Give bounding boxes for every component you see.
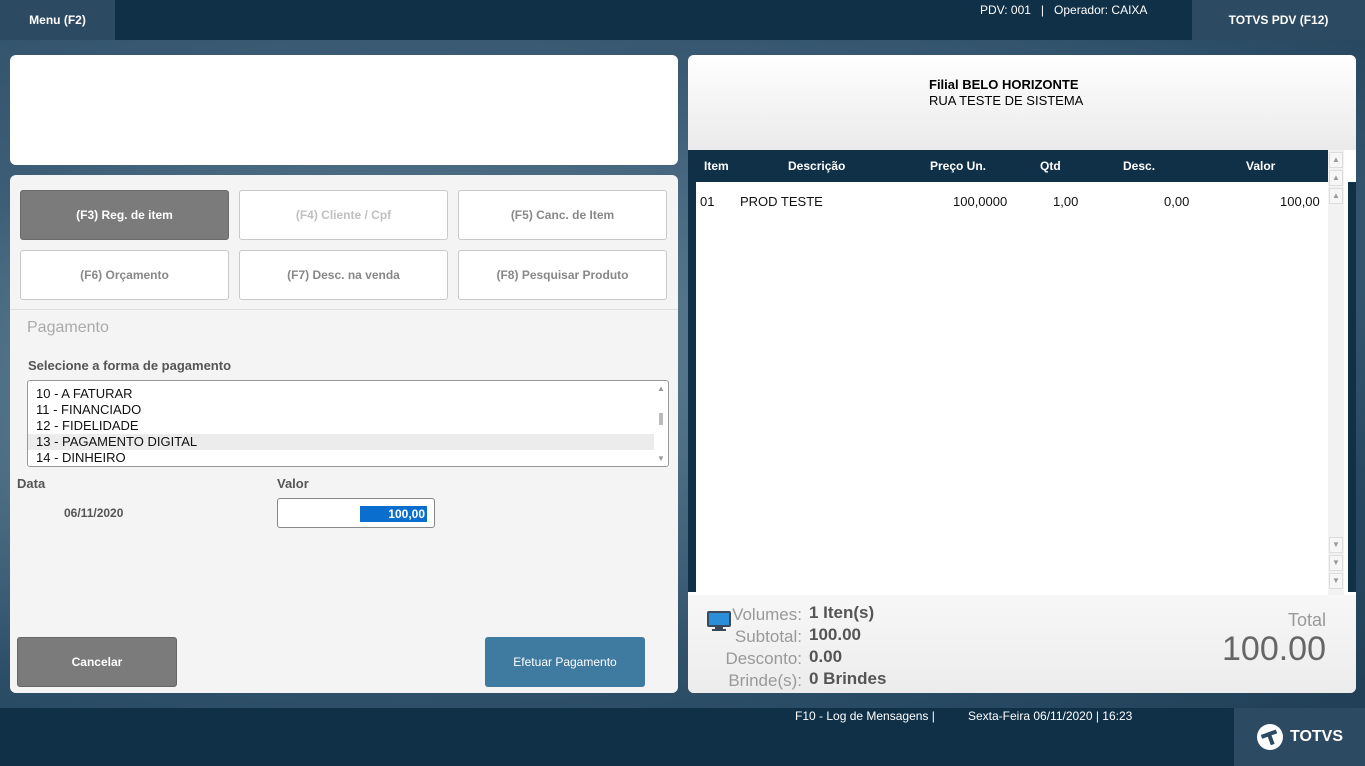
col-preco: Preço Un. [930,159,987,173]
menu-button[interactable]: Menu (F2) [0,0,115,40]
receipt-header: Filial BELO HORIZONTE RUA TESTE DE SISTE… [688,55,1356,150]
receipt-panel: Filial BELO HORIZONTE RUA TESTE DE SISTE… [688,55,1356,693]
scroll-page-down-icon[interactable]: ▼ [1329,555,1343,571]
totals-panel: Volumes: 1 Iten(s) Subtotal: 100.00 Desc… [688,595,1356,693]
status-bar: F10 - Log de Mensagens | Sexta-Feira 06/… [0,708,1365,766]
canc-item-button[interactable]: (F5) Canc. de Item [458,190,667,240]
table-edge-left [688,182,696,592]
table-edge-right [1348,182,1356,592]
payment-panel: (F3) Reg. de item (F4) Cliente / Cpf (F5… [10,175,678,693]
list-item[interactable]: 12 - FIDELIDADE [28,418,654,434]
items-table-header: Item Descrição Preço Un. Qtd Desc. Valor [688,150,1328,182]
row-preco: 100,0000 [953,194,1008,209]
totvs-logo-icon [1256,724,1283,750]
desconto-label: Desconto: [725,649,802,668]
date-value: 06/11/2020 [64,506,124,520]
subtotal-label: Subtotal: [734,627,802,646]
payment-method-list[interactable]: 10 - A FATURAR 11 - FINANCIADO 12 - FIDE… [27,380,669,467]
valor-label: Valor [277,476,309,491]
total-label: Total [1287,610,1326,630]
subtotal-value: 100.00 [809,625,861,644]
efetuar-pagamento-button[interactable]: Efetuar Pagamento [485,637,645,687]
log-mensagens[interactable]: F10 - Log de Mensagens | [795,709,935,723]
col-qtd: Qtd [1040,159,1061,173]
row-item: 01 [700,194,715,209]
col-descricao: Descrição [788,159,846,173]
scroll-page-up-icon[interactable]: ▲ [1329,170,1343,186]
scroll-down-icon[interactable]: ▼ [656,454,666,464]
row-qtd: 1,00 [1053,194,1079,209]
cliente-cpf-button[interactable]: (F4) Cliente / Cpf [239,190,448,240]
brindes-value: 0 Brindes [809,669,887,688]
reg-item-button[interactable]: (F3) Reg. de item [20,190,229,240]
col-valor: Valor [1246,159,1276,173]
scroll-up-icon[interactable]: ▲ [1329,188,1343,204]
payment-title: Pagamento [27,319,109,336]
totvs-logo: TOTVS [1234,708,1365,766]
valor-input-text: 100,00 [360,506,427,522]
receipt-scrollbar[interactable]: ▲ ▲ ▲ ▼ ▼ ▼ [1328,150,1344,595]
totvs-logo-text: TOTVS [1289,728,1344,745]
orcamento-button[interactable]: (F6) Orçamento [20,250,229,300]
divider [10,309,678,310]
payment-method-label: Selecione a forma de pagamento [28,358,232,373]
filial-address: RUA TESTE DE SISTEMA [929,93,1084,108]
session-info: PDV: 001 | Operador: CAIXA [980,0,1192,20]
col-desc: Desc. [1123,159,1156,173]
col-item: Item [704,159,729,173]
volumes-label: Volumes: [732,605,802,624]
row-descricao: PROD TESTE [740,194,823,209]
row-valor: 100,00 [1280,194,1320,209]
total-value: 100.00 [1222,630,1326,668]
volumes-value: 1 Iten(s) [809,603,875,622]
filial-name: Filial BELO HORIZONTE [929,77,1079,92]
operator: Operador: CAIXA [1054,3,1148,17]
list-item[interactable]: 14 - DINHEIRO [28,450,654,466]
data-label: Data [17,476,46,491]
list-item[interactable]: 10 - A FATURAR [28,386,654,402]
top-bar: Menu (F2) PDV: 001 | Operador: CAIXA TOT… [0,0,1365,40]
scroll-down-icon[interactable]: ▼ [1329,537,1343,553]
scroll-thumb[interactable] [659,413,663,425]
scroll-bottom-icon[interactable]: ▼ [1329,573,1343,589]
cancel-button[interactable]: Cancelar [17,637,177,687]
desconto-value: 0.00 [809,647,843,666]
brindes-label: Brinde(s): [728,671,802,690]
list-item[interactable]: 11 - FINANCIADO [28,402,654,418]
list-scrollbar[interactable]: ▲ ▼ [656,384,666,464]
message-display [10,55,678,165]
separator: | [1040,3,1045,17]
pesquisar-produto-button[interactable]: (F8) Pesquisar Produto [458,250,667,300]
desc-venda-button[interactable]: (F7) Desc. na venda [239,250,448,300]
scroll-up-icon[interactable]: ▲ [656,384,666,394]
row-desc: 0,00 [1164,194,1190,209]
pdv-number: PDV: 001 [980,3,1031,17]
totvs-pdv-button[interactable]: TOTVS PDV (F12) [1192,0,1365,40]
valor-input[interactable]: 100,00 [277,498,435,528]
list-item[interactable]: 13 - PAGAMENTO DIGITAL [28,434,654,450]
datetime: Sexta-Feira 06/11/2020 | 16:23 [968,709,1133,723]
scroll-top-icon[interactable]: ▲ [1329,152,1343,168]
table-row[interactable]: 01 PROD TESTE 100,0000 1,00 0,00 100,00 [688,190,1328,214]
